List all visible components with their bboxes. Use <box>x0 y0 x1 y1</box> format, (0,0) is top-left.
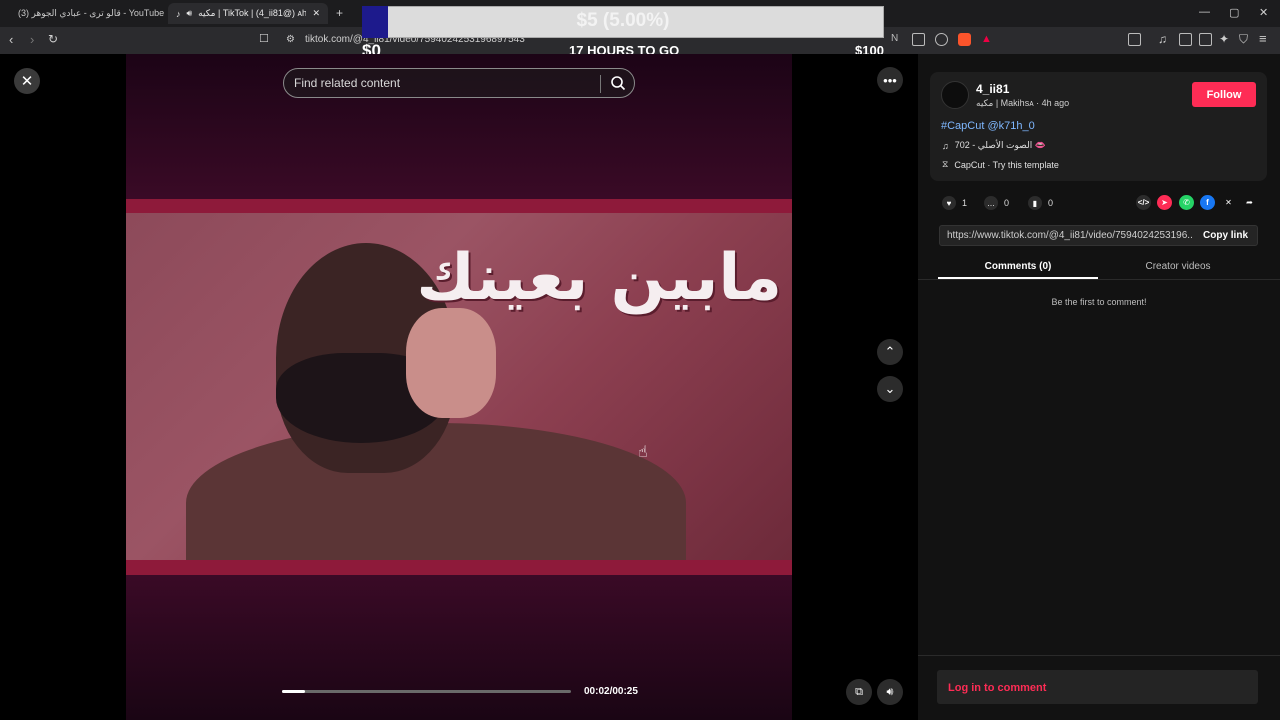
search-icon[interactable] <box>610 75 626 91</box>
sound-label: 702 - الصوت الأصلي 👄 <box>954 140 1046 150</box>
bookmark-icon[interactable]: ☐ <box>259 32 269 45</box>
forward-icon[interactable]: › <box>30 32 34 47</box>
new-tab-button[interactable]: + <box>336 6 343 20</box>
video-caption: مابين بعينك <box>416 241 782 315</box>
minimize-button[interactable]: — <box>1199 6 1210 18</box>
video-progress-track[interactable] <box>282 690 571 693</box>
tab-label: مكيه | TikTok | (4_ii81@) ᴀhsa <box>198 8 307 18</box>
person-hand <box>406 308 496 418</box>
author-subline: مكيه | Makihsᴀ · 4h ago <box>976 98 1070 108</box>
more-options-button[interactable]: ••• <box>877 67 903 93</box>
sound-row[interactable]: ♫ 702 - الصوت الأصلي 👄 <box>942 140 1046 151</box>
video-frame[interactable]: مابين بعينك <box>126 213 792 560</box>
share-icon[interactable]: ➦ <box>1242 195 1257 210</box>
tab-comments[interactable]: Comments (0) <box>938 261 1098 272</box>
video-link[interactable]: https://www.tiktok.com/@4_ii81/video/759… <box>947 230 1193 241</box>
video-time: 00:02/00:25 <box>584 686 638 697</box>
chevron-down-icon: ⌄ <box>884 381 896 396</box>
brave-shield-icon[interactable] <box>958 33 971 46</box>
volume-button[interactable]: 🔊︎ <box>877 679 903 705</box>
tab-label: (3) قالو ترى - عبادي الجوهر - YouTube <box>18 8 165 18</box>
leo-icon[interactable]: ✦ <box>1219 32 1229 46</box>
donation-amount: $5 (5.00%) <box>576 10 670 31</box>
site-info-icon[interactable]: ⚙ <box>286 34 295 45</box>
username[interactable]: 4_ii81 <box>976 82 1009 96</box>
tab-divider <box>918 279 1280 280</box>
maximize-button[interactable]: ▢ <box>1229 6 1239 19</box>
close-icon: ✕ <box>20 73 34 90</box>
avatar[interactable] <box>941 81 969 109</box>
like-count: 1 <box>962 198 968 208</box>
mouse-cursor-icon: ☝ <box>638 444 648 461</box>
follow-button[interactable]: Follow <box>1192 82 1256 107</box>
cast-icon[interactable] <box>912 33 925 46</box>
wallet-icon[interactable] <box>1199 33 1212 46</box>
menu-icon[interactable]: ≡ <box>1259 31 1267 46</box>
chevron-up-icon: ⌃ <box>884 344 896 359</box>
login-to-comment-link[interactable]: Log in to comment <box>948 682 1046 694</box>
picture-in-picture-icon: ⧉ <box>855 685 863 698</box>
related-search-box[interactable] <box>283 68 635 98</box>
sidebar-icon[interactable] <box>1179 33 1192 46</box>
reload-icon[interactable]: ↻ <box>48 32 58 46</box>
embed-icon[interactable]: </> <box>1136 195 1151 210</box>
back-icon[interactable]: ‹ <box>9 32 13 47</box>
previous-video-button[interactable]: ⌃ <box>877 339 903 365</box>
rewards-icon[interactable]: ▲ <box>981 33 992 45</box>
active-tab-indicator <box>938 277 1098 279</box>
x-icon[interactable]: ✕ <box>1221 195 1236 210</box>
save-stat[interactable]: ▮ 0 <box>1028 196 1053 210</box>
pip-button[interactable]: ⧉ <box>846 679 872 705</box>
comment-count: 0 <box>1004 198 1010 208</box>
comment-stat[interactable]: … 0 <box>984 196 1009 210</box>
screenshot-icon[interactable] <box>1128 33 1141 46</box>
tab-youtube[interactable]: (3) قالو ترى - عبادي الجوهر - YouTube <box>4 3 166 24</box>
music-icon[interactable]: ♫ <box>1158 32 1167 46</box>
next-video-button[interactable]: ⌄ <box>877 376 903 402</box>
tab-tiktok[interactable]: ♪ 🔊︎ مكيه | TikTok | (4_ii81@) ᴀhsa ✕ <box>168 3 328 24</box>
template-label: CapCut · Try this template <box>954 159 1059 170</box>
template-row[interactable]: ⧖ CapCut · Try this template <box>942 159 1059 170</box>
heart-icon: ♥ <box>942 196 956 210</box>
video-backdrop-bottom <box>126 575 792 720</box>
share-page-icon[interactable] <box>935 33 948 46</box>
like-stat[interactable]: ♥ 1 <box>942 196 967 210</box>
capcut-icon: ⧖ <box>942 159 949 169</box>
send-icon[interactable]: ➤ <box>1157 195 1172 210</box>
bookmark-icon: ▮ <box>1028 196 1042 210</box>
post-hashtags[interactable]: #CapCut @k71h_0 <box>941 120 1035 132</box>
speaker-icon[interactable]: 🔊︎ <box>187 8 193 19</box>
music-note-icon: ♫ <box>942 140 949 151</box>
video-progress-fill <box>282 690 305 693</box>
search-divider <box>600 75 601 93</box>
save-count: 0 <box>1048 198 1054 208</box>
close-video-button[interactable]: ✕ <box>14 68 40 94</box>
vpn-icon[interactable]: ⛉ <box>1239 32 1248 47</box>
comment-divider <box>918 655 1280 656</box>
copy-link-button[interactable]: Copy link <box>1203 230 1248 241</box>
search-input[interactable] <box>284 76 594 90</box>
more-icon: ••• <box>883 72 897 88</box>
tiktok-icon: ♪ <box>176 8 181 19</box>
close-window-button[interactable]: ✕ <box>1259 6 1268 19</box>
tab-creator-videos[interactable]: Creator videos <box>1098 261 1258 272</box>
facebook-icon[interactable]: f <box>1200 195 1215 210</box>
whatsapp-icon[interactable]: ✆ <box>1179 195 1194 210</box>
comment-icon: … <box>984 196 998 210</box>
close-tab-icon[interactable]: ✕ <box>312 8 320 19</box>
empty-comments-message: Be the first to comment! <box>1051 297 1147 307</box>
volume-icon: 🔊︎ <box>886 685 894 698</box>
translate-icon[interactable]: N <box>891 33 904 46</box>
